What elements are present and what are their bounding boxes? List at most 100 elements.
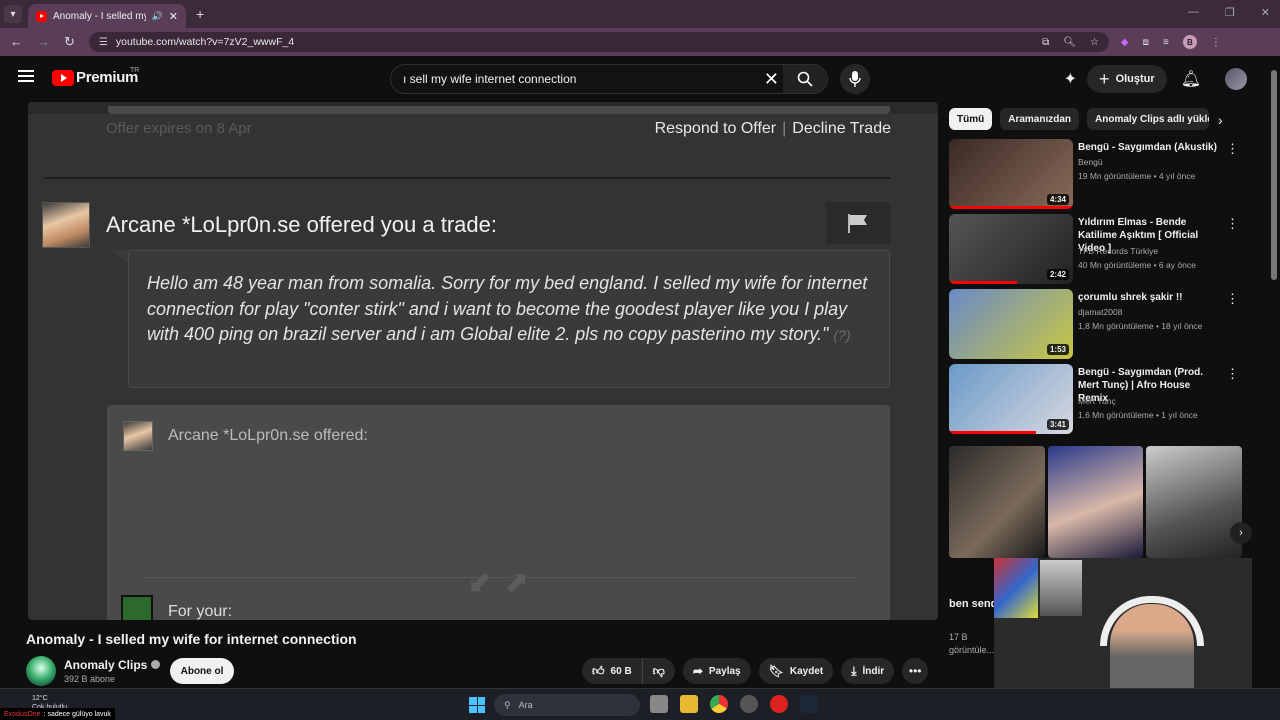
offerer-avatar bbox=[123, 421, 153, 451]
weather-temp: 12°C bbox=[32, 695, 48, 702]
recommendation-item[interactable]: 2:42 Yıldırım Elmas - Bende Katilime Aşı… bbox=[949, 214, 1239, 284]
chat-notification: ExodusOne : sadece gülüyo lavuk bbox=[0, 708, 115, 720]
rec-menu-icon[interactable]: ⋮ bbox=[1226, 141, 1239, 157]
windows-start-icon[interactable] bbox=[469, 697, 485, 713]
duration-badge: 2:42 bbox=[1046, 269, 1069, 280]
chrome-menu-icon[interactable]: ⋮ bbox=[1211, 37, 1221, 48]
short-thumbnail[interactable] bbox=[1146, 446, 1243, 558]
subscriber-count: 392 B abone bbox=[64, 674, 116, 684]
reload-icon[interactable]: ↻ bbox=[64, 34, 75, 50]
create-sparkle-icon[interactable]: ✦ bbox=[1064, 69, 1077, 89]
chrome-icon[interactable] bbox=[710, 695, 728, 713]
reading-list-icon[interactable]: ≡ bbox=[1163, 37, 1169, 48]
share-button[interactable]: ➦ Paylaş bbox=[682, 658, 751, 684]
recommendation-item[interactable]: 1:53 çorumlu shrek şakir !! djamat2008 1… bbox=[949, 289, 1239, 359]
scrollbar-thumb[interactable] bbox=[1271, 70, 1277, 280]
clear-search-icon[interactable]: ✕ bbox=[764, 69, 779, 90]
subscribe-button[interactable]: Abone ol bbox=[170, 658, 234, 684]
zoom-icon[interactable]: 🔍︎ bbox=[1063, 37, 1076, 48]
rec-menu-icon[interactable]: ⋮ bbox=[1226, 366, 1239, 382]
account-avatar[interactable] bbox=[1225, 68, 1247, 90]
trade-message-text: Hello am 48 year man from somalia. Sorry… bbox=[147, 273, 868, 344]
url-bar[interactable]: ☰ youtube.com/watch?v=7zV2_wwwF_4 ⧉ 🔍︎ ☆ bbox=[88, 32, 1109, 52]
obs-icon[interactable] bbox=[740, 695, 758, 713]
short-meta: 17 B görüntüle... bbox=[949, 631, 994, 657]
restore-icon[interactable]: ❐ bbox=[1225, 6, 1235, 19]
more-horizontal-icon: ••• bbox=[908, 664, 922, 678]
youtube-premium-logo[interactable]: Premium TR bbox=[52, 67, 139, 86]
hamburger-menu-icon[interactable] bbox=[18, 70, 34, 82]
shorts-row bbox=[949, 446, 1243, 558]
recommendation-item[interactable]: 3:41 Bengü - Saygımdan (Prod. Mert Tunç)… bbox=[949, 364, 1239, 434]
rec-menu-icon[interactable]: ⋮ bbox=[1226, 291, 1239, 307]
dislike-button[interactable]: 👎︎ bbox=[642, 658, 675, 684]
tab-search-button[interactable]: ▾ bbox=[4, 5, 22, 23]
video-thumbnail[interactable]: 3:41 bbox=[949, 364, 1073, 434]
rec-menu-icon[interactable]: ⋮ bbox=[1226, 216, 1239, 232]
channel-name[interactable]: Anomaly Clips bbox=[64, 658, 161, 672]
divider bbox=[44, 177, 890, 179]
video-thumbnail[interactable]: 1:53 bbox=[949, 289, 1073, 359]
browser-tab[interactable]: Anomaly - I selled my wife 🔊 ✕ bbox=[28, 4, 186, 28]
steam-icon[interactable] bbox=[800, 695, 818, 713]
rec-title: Bengü - Saygımdan (Akustik) bbox=[1078, 142, 1217, 153]
more-actions-button[interactable]: ••• bbox=[902, 658, 929, 684]
close-tab-icon[interactable]: ✕ bbox=[169, 10, 178, 23]
search-button[interactable] bbox=[783, 65, 827, 93]
back-icon[interactable]: ← bbox=[10, 34, 23, 50]
channel-name-text: Anomaly Clips bbox=[64, 658, 148, 672]
chip-all[interactable]: Tümü bbox=[949, 108, 993, 130]
forward-icon[interactable]: → bbox=[37, 34, 50, 50]
youtube-favicon-icon bbox=[36, 10, 47, 22]
short-views: 17 B bbox=[949, 632, 968, 642]
extensions-puzzle-icon[interactable]: ⧈ bbox=[1143, 37, 1149, 48]
close-window-icon[interactable]: ✕ bbox=[1261, 6, 1270, 19]
minimize-icon[interactable]: — bbox=[1188, 6, 1199, 19]
create-label: Oluştur bbox=[1115, 73, 1155, 85]
download-button[interactable]: ⤓ İndir bbox=[841, 658, 895, 684]
task-view-icon[interactable] bbox=[650, 695, 668, 713]
rec-meta: 1,8 Mn görüntüleme • 18 yıl önce bbox=[1078, 321, 1203, 331]
plus-icon: + bbox=[1099, 68, 1110, 89]
new-tab-button[interactable]: + bbox=[196, 6, 204, 22]
speaker-icon[interactable]: 🔊 bbox=[152, 11, 163, 22]
opera-icon[interactable] bbox=[770, 695, 788, 713]
offer-expires-text: Offer expires on 8 Apr bbox=[106, 120, 252, 137]
short-thumbnail[interactable] bbox=[1047, 446, 1144, 558]
site-info-icon[interactable]: ☰ bbox=[99, 37, 108, 48]
page-scrollbar[interactable] bbox=[1270, 60, 1278, 688]
rec-channel: Bengü bbox=[1078, 157, 1103, 167]
taskbar-search-placeholder: Ara bbox=[518, 700, 533, 710]
chevron-right-icon[interactable]: › bbox=[1218, 112, 1223, 128]
chip-from-search[interactable]: Aramanızdan bbox=[1000, 108, 1080, 130]
shorts-next-button[interactable]: › bbox=[1230, 522, 1252, 544]
save-button[interactable]: 🔖︎ Kaydet bbox=[758, 658, 834, 684]
channel-avatar[interactable] bbox=[26, 656, 56, 686]
short-thumbnail[interactable] bbox=[949, 446, 1045, 558]
trade-arrows-icon: ⬋⬈ bbox=[467, 566, 542, 599]
message-question-mark: (?) bbox=[833, 327, 851, 343]
like-button[interactable]: 👍︎ 60 B bbox=[582, 658, 643, 684]
trader-avatar bbox=[42, 202, 90, 248]
search-input[interactable]: ı sell my wife internet connection ✕ bbox=[390, 64, 828, 94]
share-icon: ➦ bbox=[692, 664, 703, 678]
video-thumbnail[interactable]: 2:42 bbox=[949, 214, 1073, 284]
install-app-icon[interactable]: ⧉ bbox=[1042, 37, 1049, 48]
notifications-bell-icon[interactable]: 🔔︎ bbox=[1181, 69, 1201, 89]
create-button[interactable]: + Oluştur bbox=[1087, 65, 1167, 93]
file-explorer-icon[interactable] bbox=[680, 695, 698, 713]
search-icon bbox=[797, 71, 813, 87]
video-thumbnail[interactable]: 4:34 bbox=[949, 139, 1073, 209]
profile-avatar[interactable]: B bbox=[1182, 35, 1197, 49]
search-value: ı sell my wife internet connection bbox=[403, 72, 577, 86]
chip-channel-uploads[interactable]: Anomaly Clips adlı yükle bbox=[1087, 108, 1210, 130]
taskbar-search[interactable]: ⚲ Ara bbox=[494, 694, 640, 716]
video-player[interactable]: Offer expires on 8 Apr Respond to Offer |… bbox=[28, 102, 938, 620]
voice-search-button[interactable] bbox=[840, 64, 870, 94]
bookmark-star-icon[interactable]: ☆ bbox=[1090, 37, 1099, 48]
trade-actions: Respond to Offer | Decline Trade bbox=[654, 120, 891, 137]
extension-icon[interactable]: ◆ bbox=[1121, 37, 1129, 48]
duration-badge: 4:34 bbox=[1046, 194, 1069, 205]
watch-progress-bar bbox=[949, 206, 1073, 209]
recommendation-item[interactable]: 4:34 Bengü - Saygımdan (Akustik) Bengü 1… bbox=[949, 139, 1239, 209]
